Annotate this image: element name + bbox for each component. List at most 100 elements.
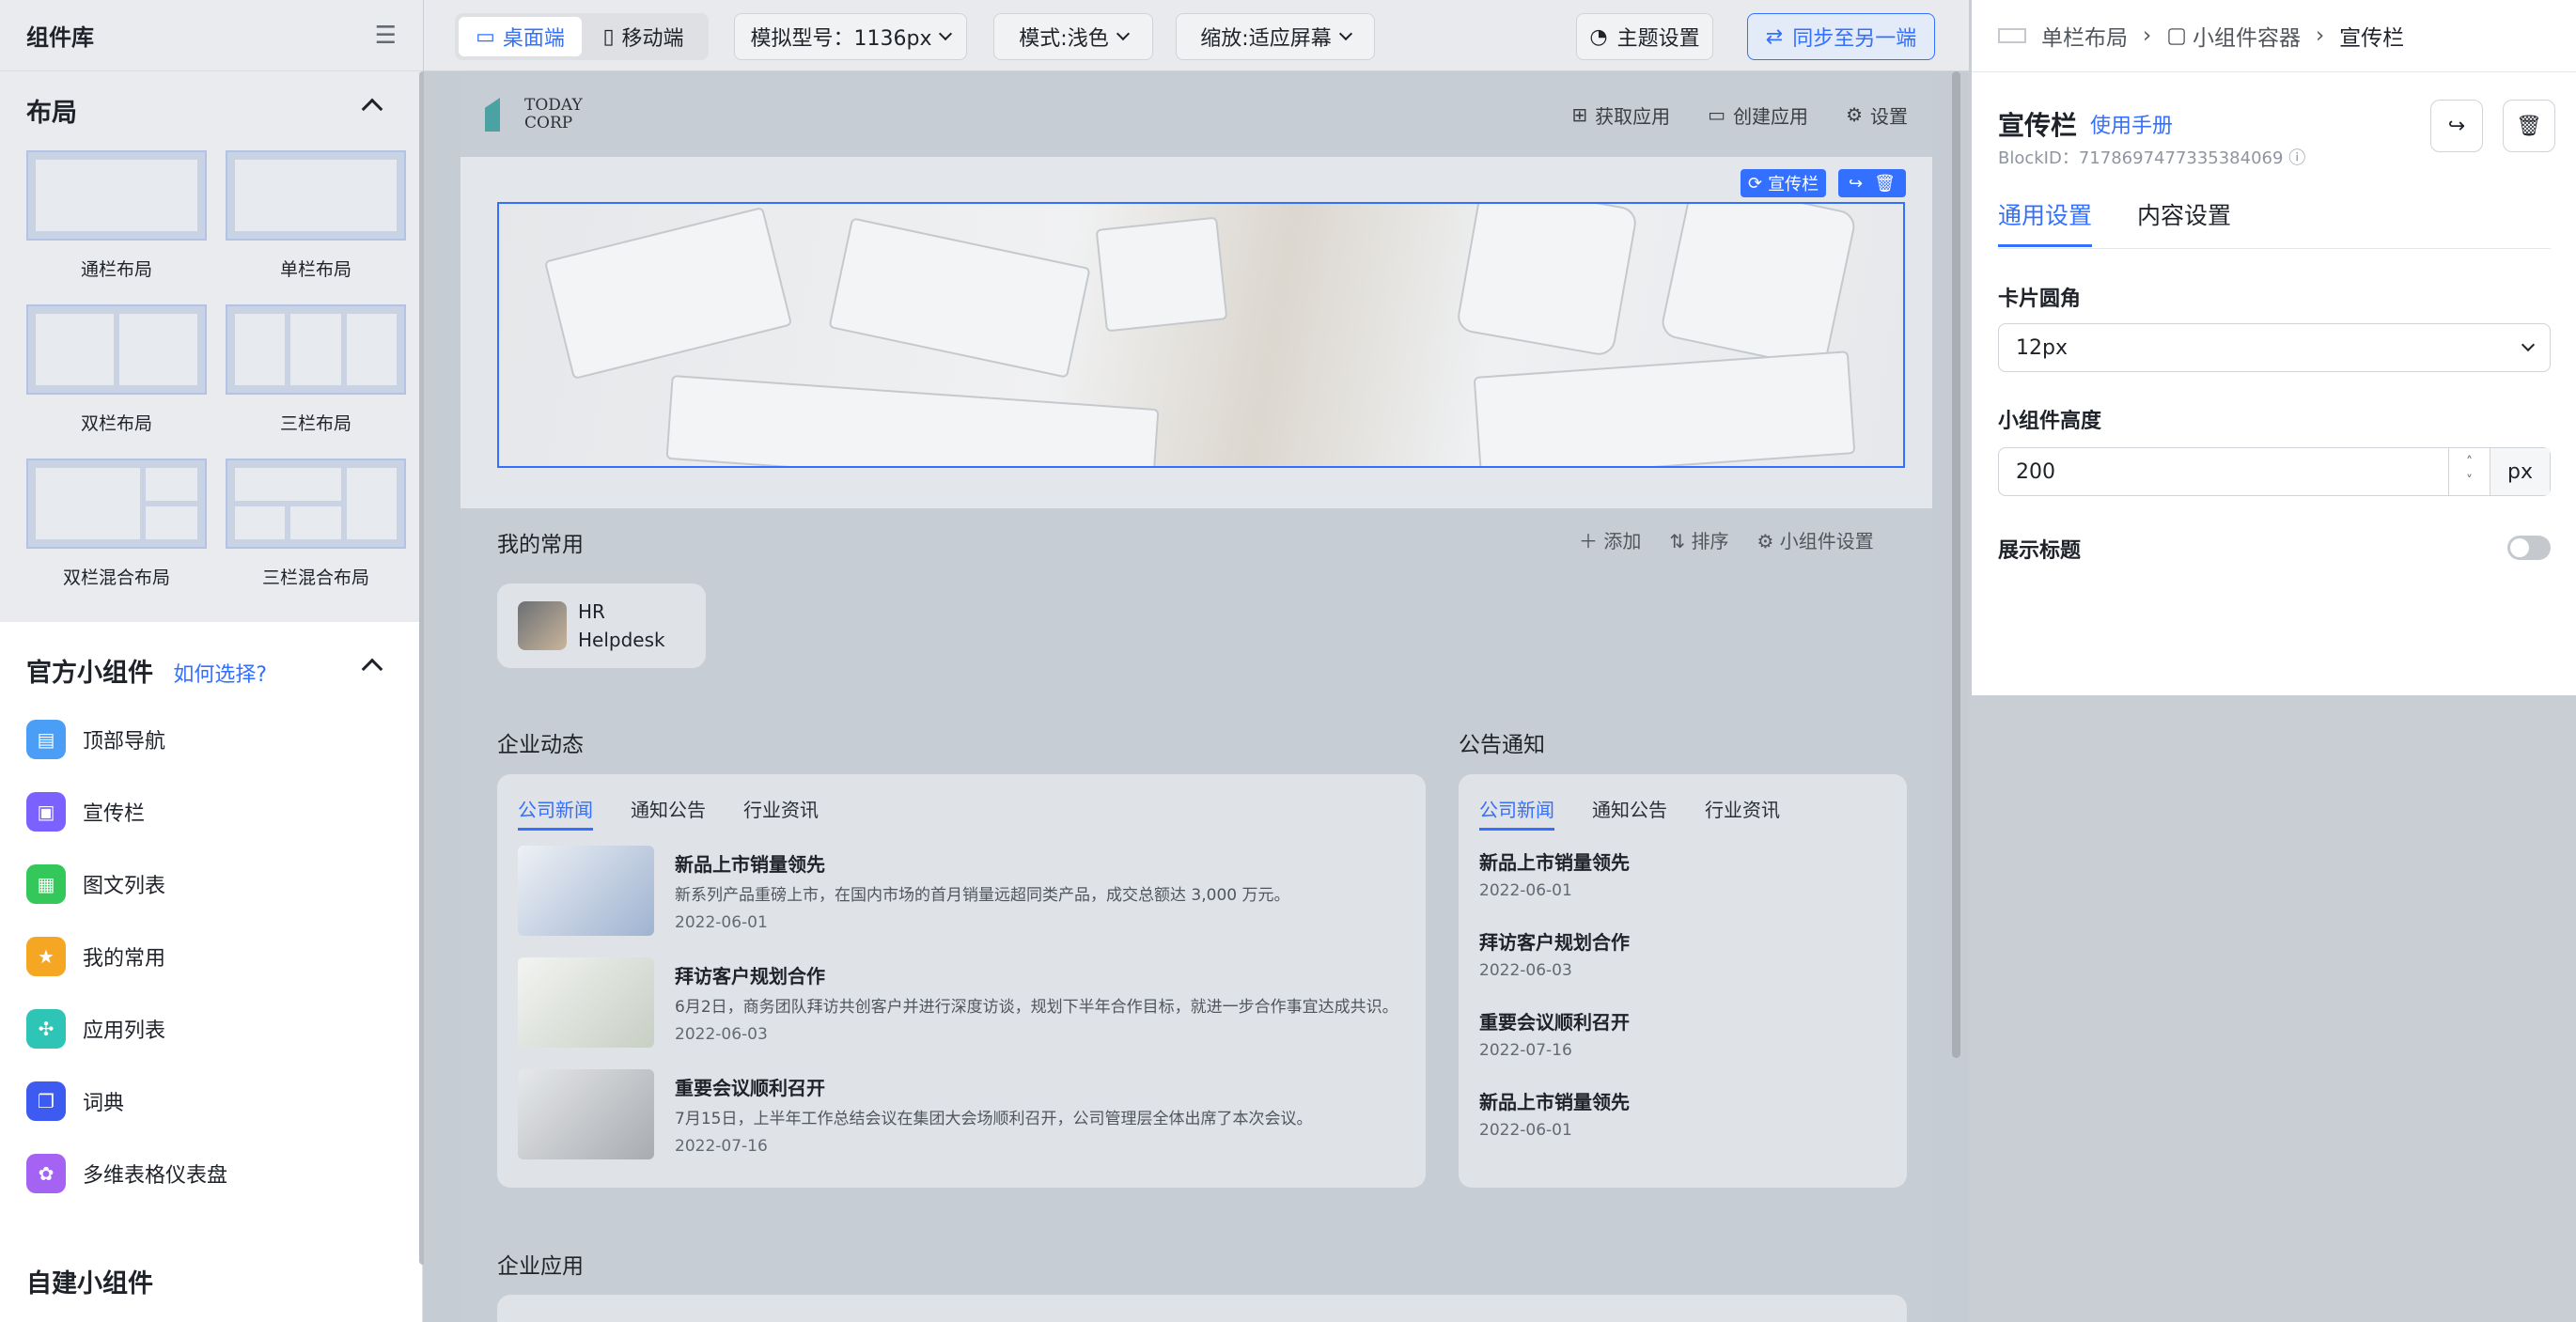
swap-icon: ⇄ — [1765, 24, 1784, 49]
share-button[interactable]: ↪ — [2430, 100, 2483, 152]
favorite-app-card[interactable]: HR Helpdesk — [497, 583, 706, 668]
tab-1[interactable]: 通知公告 — [1592, 795, 1667, 831]
notice-title[interactable]: 拜访客户规划合作 — [1479, 927, 1630, 955]
notice-tabs: 公司新闻 通知公告 行业资讯 — [1479, 795, 1780, 831]
layout-tile[interactable] — [226, 459, 406, 549]
tab-2[interactable]: 行业资讯 — [743, 795, 819, 831]
panel-title-row: 宣传栏 使用手册 — [1998, 105, 2173, 143]
news-title[interactable]: 重要会议顺利召开 — [675, 1073, 825, 1100]
news-thumbnail[interactable] — [518, 957, 654, 1048]
info-icon[interactable]: ⓘ — [2288, 148, 2305, 168]
banner-actions: ↪ 🗑 — [1838, 169, 1906, 197]
widget-item[interactable]: ✣ 应用列表 — [26, 1008, 165, 1050]
widget-settings-button[interactable]: ⚙ 小组件设置 — [1756, 526, 1873, 553]
layout-cell — [235, 160, 397, 231]
banner-tag[interactable]: ⟳ 宣传栏 — [1741, 169, 1827, 197]
settings-label: 设置 — [1870, 104, 1908, 128]
tab-2[interactable]: 行业资讯 — [1705, 795, 1780, 831]
news-date: 2022-06-01 — [675, 913, 768, 932]
tab-content[interactable]: 内容设置 — [2137, 197, 2231, 231]
container-icon: ▢ — [2166, 23, 2187, 48]
create-app-link[interactable]: ▭ 创建应用 — [1708, 101, 1808, 129]
editor-toolbar: ▭ 桌面端 ▯ 移动端 模拟型号：1136px 模式:浅色 缩放:适应屏幕 ◔ 主题设… — [424, 0, 1969, 71]
theme-settings-button[interactable]: ◔ 主题设置 — [1576, 13, 1713, 60]
phone-sketch — [1659, 204, 1858, 370]
model-select[interactable]: 模拟型号：1136px — [734, 13, 967, 60]
chevron-down-icon — [1116, 26, 1130, 41]
layout-tile[interactable] — [226, 304, 406, 395]
layout-tile[interactable] — [26, 304, 207, 395]
manual-link[interactable]: 使用手册 — [2090, 109, 2173, 139]
layout-tile-label: 单栏布局 — [279, 259, 351, 280]
trash-icon[interactable]: 🗑 — [1874, 174, 1896, 194]
sketch-paper — [1095, 216, 1228, 333]
component-library-header: 组件库 ☰ — [0, 0, 423, 71]
sync-button[interactable]: ⇄ 同步至另一端 — [1747, 13, 1935, 60]
news-title[interactable]: 拜访客户规划合作 — [675, 961, 825, 988]
tab-1[interactable]: 通知公告 — [631, 795, 706, 831]
layout-tile[interactable] — [26, 459, 207, 549]
component-library-panel: 组件库 ☰ 布局 通栏布局 单栏布局 双栏布局 三栏布局 双栏混合布局 三栏混合布局 官方… — [0, 0, 427, 1322]
widget-item[interactable]: ★ 我的常用 — [26, 936, 165, 977]
logo-line-2: CORP — [524, 114, 573, 132]
official-widgets-label: 官方小组件 — [26, 659, 153, 688]
how-to-choose-link[interactable]: 如何选择? — [173, 663, 267, 687]
add-button[interactable]: ＋ 添加 — [1579, 526, 1641, 553]
notice-title[interactable]: 新品上市销量领先 — [1479, 1087, 1630, 1114]
settings-link[interactable]: ⚙ 设置 — [1846, 101, 1908, 129]
notice-title[interactable]: 重要会议顺利召开 — [1479, 1007, 1630, 1034]
widget-item[interactable]: ▣ 宣传栏 — [26, 791, 145, 832]
news-thumbnail[interactable] — [518, 1069, 654, 1159]
notice-title[interactable]: 新品上市销量领先 — [1479, 848, 1630, 875]
mode-select[interactable]: 模式:浅色 — [993, 13, 1153, 60]
company-logo: TODAY CORP — [485, 97, 583, 132]
share-icon[interactable]: ↪ — [1849, 174, 1863, 194]
banner-image[interactable] — [497, 202, 1905, 468]
radius-label: 卡片圆角 — [1998, 288, 2082, 311]
sync-label: 同步至另一端 — [1792, 27, 1917, 51]
phone-sketch — [1455, 204, 1639, 358]
zoom-select[interactable]: 缩放:适应屏幕 — [1176, 13, 1375, 60]
tab-0[interactable]: 公司新闻 — [518, 795, 593, 831]
layout-cell — [235, 468, 341, 501]
widget-item[interactable]: ❐ 词典 — [26, 1081, 124, 1122]
news-thumbnail[interactable] — [518, 846, 654, 936]
custom-widgets-title: 自建小组件 — [26, 1269, 153, 1299]
widget-item[interactable]: ▤ 顶部导航 — [26, 719, 165, 760]
add-label: 添加 — [1603, 530, 1642, 552]
canvas-scrollbar[interactable] — [1952, 71, 1960, 1058]
chevron-up-icon[interactable] — [361, 658, 383, 680]
layout-tile-label: 三栏布局 — [279, 413, 351, 434]
dashboard-icon: ✿ — [26, 1154, 66, 1193]
layout-cell — [36, 314, 114, 385]
layout-tile[interactable] — [226, 150, 406, 241]
news-title[interactable]: 新品上市销量领先 — [675, 849, 825, 877]
tab-general[interactable]: 通用设置 — [1998, 197, 2093, 247]
app-name-line-1: HR — [578, 600, 605, 623]
desktop-tab[interactable]: ▭ 桌面端 — [459, 17, 582, 56]
show-title-toggle[interactable] — [2507, 536, 2551, 560]
height-stepper[interactable]: 200 ˄ ˅ px — [1998, 447, 2551, 496]
radius-select[interactable]: 12px — [1998, 323, 2551, 372]
get-app-link[interactable]: ⊞ 获取应用 — [1571, 101, 1670, 129]
news-desc: 7月15日，上半年工作总结会议在集团大会场顺利召开，公司管理层全体出席了本次会议… — [675, 1110, 1313, 1128]
decrement-icon[interactable]: ˅ — [2466, 472, 2473, 490]
news-section-title: 企业动态 — [497, 733, 584, 757]
layout-tile-label: 双栏布局 — [80, 413, 152, 434]
phone-icon: ▯ — [602, 24, 615, 49]
tab-0[interactable]: 公司新闻 — [1479, 795, 1554, 831]
breadcrumb-container[interactable]: 小组件容器 — [2193, 20, 2301, 52]
mobile-tab[interactable]: ▯ 移动端 — [582, 17, 705, 56]
delete-button[interactable]: 🗑 — [2503, 100, 2555, 152]
sort-button[interactable]: ⇅ 排序 — [1669, 526, 1728, 553]
breadcrumb-layout[interactable]: 单栏布局 — [2041, 20, 2128, 52]
mode-label: 模式:浅色 — [1019, 27, 1109, 51]
increment-icon[interactable]: ˄ — [2466, 453, 2473, 472]
create-app-label: 创建应用 — [1733, 104, 1809, 128]
layout-tile[interactable] — [26, 150, 207, 241]
collapse-panel-icon[interactable]: ☰ — [375, 22, 397, 50]
layout-tile-label: 三栏混合布局 — [261, 568, 369, 588]
tabs-divider — [1998, 248, 2551, 249]
widget-item[interactable]: ▦ 图文列表 — [26, 863, 165, 905]
widget-item[interactable]: ✿ 多维表格仪表盘 — [26, 1153, 227, 1194]
